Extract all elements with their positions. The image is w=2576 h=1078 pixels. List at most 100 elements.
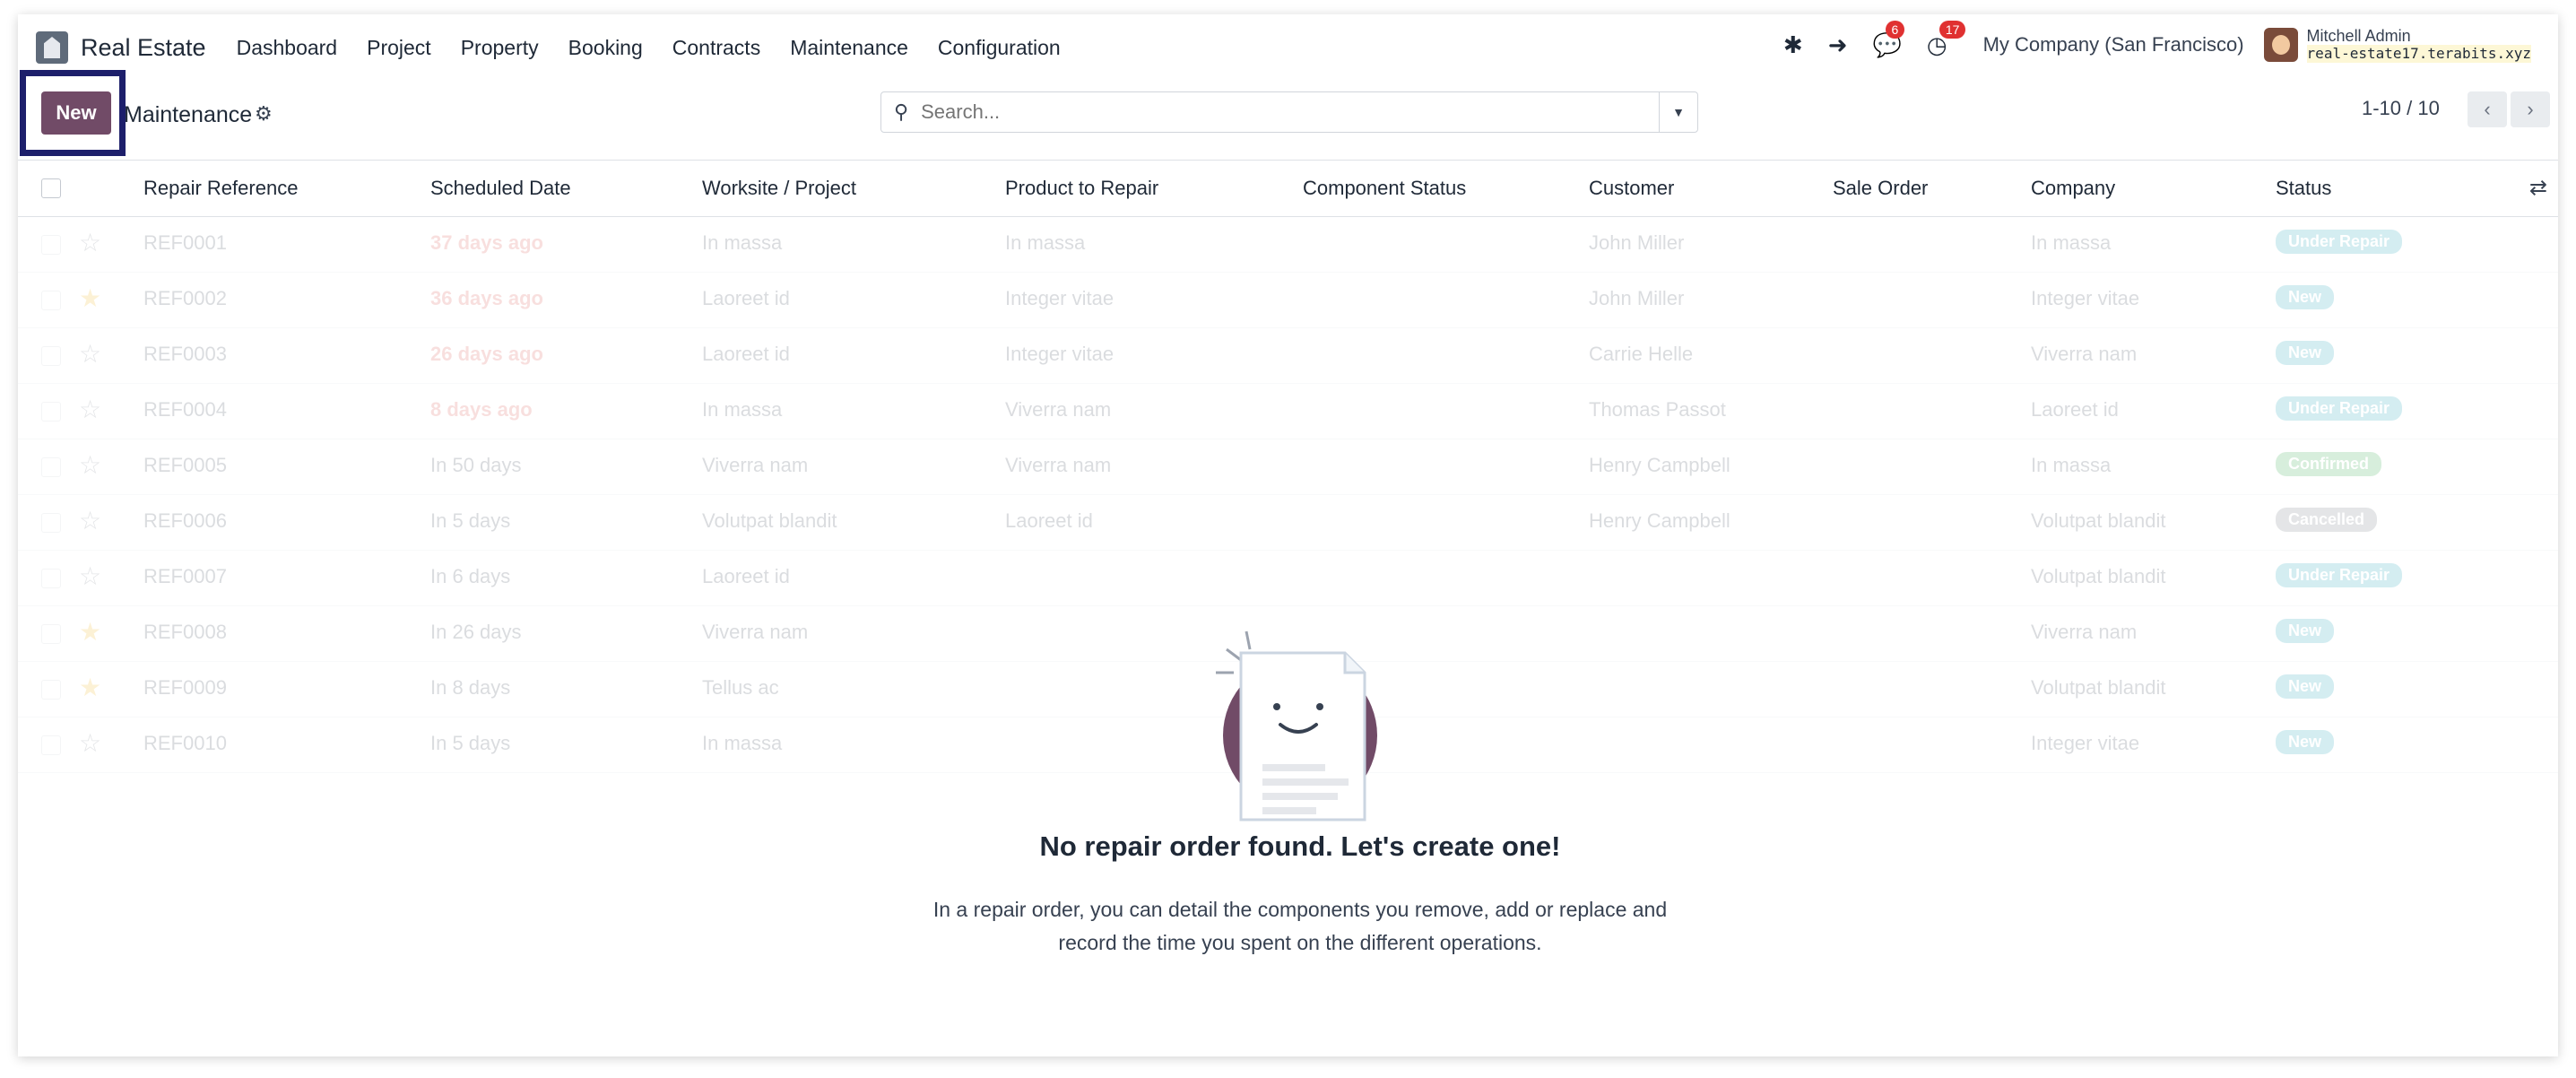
cell-date: In 50 days <box>430 454 522 476</box>
cell-customer: Thomas Passot <box>1589 398 1726 421</box>
row-checkbox[interactable] <box>41 735 61 755</box>
cell-worksite: Viverra nam <box>702 454 809 476</box>
app-brand[interactable]: Real Estate <box>36 31 206 64</box>
menu-project[interactable]: Project <box>367 36 431 60</box>
breadcrumb[interactable]: Maintenance <box>124 102 252 128</box>
table-row[interactable]: ☆ REF0005 In 50 days Viverra nam Viverra nam… <box>18 439 2558 495</box>
table-row[interactable]: ☆ REF0003 26 days ago Laoreet id Integer vit… <box>18 328 2558 384</box>
status-badge: New <box>2276 285 2335 309</box>
status-badge: Under Repair <box>2276 396 2403 421</box>
cell-worksite: Volutpat blandit <box>702 509 837 532</box>
column-status[interactable]: Status <box>2276 177 2331 200</box>
sign-in-icon[interactable]: ➜ <box>1828 31 1848 59</box>
favorite-star-icon[interactable]: ☆ <box>79 228 101 257</box>
cell-worksite: In massa <box>702 732 783 754</box>
row-checkbox[interactable] <box>41 680 61 700</box>
favorite-star-icon[interactable]: ★ <box>79 673 101 702</box>
column-scheduled-date[interactable]: Scheduled Date <box>430 177 571 200</box>
column-repair-reference[interactable]: Repair Reference <box>143 177 298 200</box>
app-window: Real Estate Dashboard Project Property B… <box>18 14 2558 1056</box>
messages-icon[interactable]: 💬 6 <box>1873 20 1905 59</box>
cell-worksite: In massa <box>702 231 783 254</box>
cell-date: 36 days ago <box>430 287 543 309</box>
row-checkbox[interactable] <box>41 346 61 366</box>
menu-property[interactable]: Property <box>461 36 539 60</box>
row-checkbox[interactable] <box>41 291 61 310</box>
favorite-star-icon[interactable]: ★ <box>79 283 101 313</box>
menu-maintenance[interactable]: Maintenance <box>790 36 908 60</box>
column-settings-icon[interactable]: ⇄ <box>2529 175 2547 201</box>
new-button[interactable]: New <box>41 91 111 135</box>
database-name: real-estate17.terabits.xyz <box>2306 45 2531 63</box>
cell-date: In 8 days <box>430 676 511 699</box>
user-menu[interactable]: Mitchell Admin real-estate17.terabits.xy… <box>2263 27 2531 63</box>
column-component-status[interactable]: Component Status <box>1303 177 1466 200</box>
company-switcher[interactable]: My Company (San Francisco) <box>1983 33 2244 57</box>
cell-date: 26 days ago <box>430 343 543 365</box>
menu-configuration[interactable]: Configuration <box>938 36 1061 60</box>
table-row[interactable]: ☆ REF0006 In 5 days Volutpat blandit Laoreet… <box>18 495 2558 551</box>
menu-booking[interactable]: Booking <box>568 36 643 60</box>
cell-ref: REF0001 <box>143 231 227 254</box>
cell-company: Volutpat blandit <box>2031 565 2166 587</box>
cell-ref: REF0007 <box>143 565 227 587</box>
cell-company: In massa <box>2031 231 2112 254</box>
table-row[interactable]: ☆ REF0007 In 6 days Laoreet id Volutpat blan… <box>18 551 2558 606</box>
pager-previous-button[interactable]: ‹ <box>2468 91 2507 127</box>
column-product-to-repair[interactable]: Product to Repair <box>1005 177 1158 200</box>
cell-date: In 26 days <box>430 621 522 643</box>
search-input[interactable] <box>919 100 1623 125</box>
column-company[interactable]: Company <box>2031 177 2115 200</box>
favorite-star-icon[interactable]: ☆ <box>79 395 101 424</box>
cell-date: In 5 days <box>430 732 511 754</box>
favorite-star-icon[interactable]: ☆ <box>79 728 101 758</box>
cell-worksite: Laoreet id <box>702 565 790 587</box>
status-badge: Under Repair <box>2276 230 2403 254</box>
row-checkbox[interactable] <box>41 569 61 588</box>
status-badge: New <box>2276 341 2335 365</box>
bug-icon[interactable]: ✱ <box>1783 31 1803 59</box>
favorite-star-icon[interactable]: ☆ <box>79 561 101 591</box>
cell-date: 37 days ago <box>430 231 543 254</box>
cell-customer: John Miller <box>1589 287 1685 309</box>
cell-ref: REF0002 <box>143 287 227 309</box>
favorite-star-icon[interactable]: ★ <box>79 617 101 647</box>
status-badge: New <box>2276 674 2335 699</box>
table-row[interactable]: ★ REF0002 36 days ago Laoreet id Integer vit… <box>18 273 2558 328</box>
favorite-star-icon[interactable]: ☆ <box>79 506 101 535</box>
pager-next-button[interactable]: › <box>2511 91 2550 127</box>
status-badge: New <box>2276 619 2335 643</box>
table-row[interactable]: ☆ REF0004 8 days ago In massa Viverra nam Tho… <box>18 384 2558 439</box>
cell-ref: REF0003 <box>143 343 227 365</box>
column-worksite-project[interactable]: Worksite / Project <box>702 177 856 200</box>
cell-date: In 5 days <box>430 509 511 532</box>
row-checkbox[interactable] <box>41 513 61 533</box>
row-checkbox[interactable] <box>41 235 61 255</box>
cell-worksite: Laoreet id <box>702 287 790 309</box>
row-checkbox[interactable] <box>41 402 61 422</box>
column-sale-order[interactable]: Sale Order <box>1833 177 1928 200</box>
favorite-star-icon[interactable]: ☆ <box>79 339 101 369</box>
cell-company: Volutpat blandit <box>2031 509 2166 532</box>
main-menu: Dashboard Project Property Booking Contr… <box>237 36 1090 60</box>
row-checkbox[interactable] <box>41 457 61 477</box>
cell-customer: Henry Campbell <box>1589 454 1730 476</box>
gear-icon[interactable]: ⚙ <box>255 102 273 126</box>
cell-product: Integer vitae <box>1005 343 1115 365</box>
row-checkbox[interactable] <box>41 624 61 644</box>
favorite-star-icon[interactable]: ☆ <box>79 450 101 480</box>
menu-contracts[interactable]: Contracts <box>672 36 760 60</box>
column-customer[interactable]: Customer <box>1589 177 1674 200</box>
cell-ref: REF0008 <box>143 621 227 643</box>
pager-value[interactable]: 1-10 / 10 <box>2362 97 2440 120</box>
select-all-checkbox[interactable] <box>41 178 61 198</box>
menu-dashboard[interactable]: Dashboard <box>237 36 338 60</box>
chevron-down-icon[interactable]: ▼ <box>1659 92 1697 132</box>
table-row[interactable]: ☆ REF0001 37 days ago In massa In massa John … <box>18 217 2558 273</box>
empty-document-illustration <box>1216 630 1377 822</box>
empty-state-text: In a repair order, you can detail the co… <box>932 898 1668 954</box>
cell-customer: Carrie Helle <box>1589 343 1694 365</box>
search-bar: ⚲ ▼ <box>880 91 1698 133</box>
cell-ref: REF0009 <box>143 676 227 699</box>
activities-icon[interactable]: ◷ 17 <box>1927 20 1966 59</box>
